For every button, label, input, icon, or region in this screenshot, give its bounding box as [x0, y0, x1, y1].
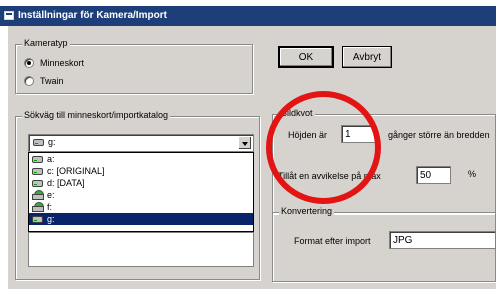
chevron-down-icon[interactable] — [238, 136, 252, 150]
percent-unit-label: % — [468, 169, 477, 179]
camera-type-group: Kameratyp Minneskort Twain — [15, 38, 253, 94]
title-bar[interactable]: Inställningar för Kamera/Import — [0, 6, 496, 26]
conversion-label: Konvertering — [279, 206, 335, 216]
drive-combobox-value: g: — [33, 137, 56, 147]
radio-twain[interactable]: Twain — [24, 76, 64, 86]
drive-icon — [32, 155, 43, 163]
tolerance-input[interactable]: 50 — [416, 166, 451, 184]
camera-type-label: Kameratyp — [22, 38, 70, 48]
path-label: Sökväg till minneskort/importkatalog — [22, 110, 171, 120]
format-input[interactable]: JPG — [389, 231, 496, 249]
drive-selected-label: g: — [48, 137, 56, 147]
ok-button[interactable]: OK — [278, 46, 334, 68]
network-drive-icon — [32, 202, 44, 212]
settings-dialog: Inställningar för Kamera/Import Kameraty… — [0, 0, 496, 289]
radio-twain-label: Twain — [40, 76, 64, 86]
radio-button-checked[interactable] — [24, 58, 34, 68]
list-item-label: c: [ORIGINAL] — [47, 166, 105, 176]
list-item-label: e: — [47, 190, 55, 200]
network-drive-icon — [32, 190, 44, 200]
height-ratio-input[interactable]: 1 — [341, 125, 376, 143]
drive-list-box[interactable] — [28, 232, 254, 267]
list-item[interactable]: c: [ORIGINAL] — [29, 165, 253, 177]
list-item-label: g: — [47, 214, 55, 224]
drive-icon — [32, 179, 43, 187]
tolerance-label: Tillåt en avvikelse på max — [278, 171, 381, 181]
drive-icon — [32, 215, 43, 223]
list-item[interactable]: f: — [29, 201, 253, 213]
window-title: Inställningar för Kamera/Import — [18, 10, 167, 21]
list-item-label: d: [DATA] — [47, 178, 85, 188]
list-item[interactable]: d: [DATA] — [29, 177, 253, 189]
radio-minneskort[interactable]: Minneskort — [24, 58, 84, 68]
format-label: Format efter import — [294, 236, 371, 246]
list-item[interactable]: a: — [29, 153, 253, 165]
aspect-ratio-label: Bildkvot — [279, 108, 315, 118]
drive-dropdown-list: a: c: [ORIGINAL] d: [DATA] e: f: g: — [28, 152, 254, 232]
list-item-selected[interactable]: g: — [29, 213, 253, 225]
radio-button-unchecked[interactable] — [24, 76, 34, 86]
drive-combobox[interactable]: g: — [28, 134, 254, 152]
drive-icon — [33, 138, 44, 146]
height-prefix-label: Höjden är — [288, 130, 328, 140]
list-item[interactable]: e: — [29, 189, 253, 201]
list-item-label: a: — [47, 154, 55, 164]
drive-icon — [32, 167, 43, 175]
aspect-ratio-group: Bildkvot — [272, 108, 496, 214]
radio-minneskort-label: Minneskort — [40, 58, 85, 68]
height-suffix-label: gånger större än bredden — [388, 130, 490, 140]
list-item-label: f: — [47, 202, 53, 212]
cancel-button[interactable]: Avbryt — [342, 46, 392, 68]
window-icon[interactable] — [4, 11, 14, 20]
dialog-client-area: Kameratyp Minneskort Twain Sökväg till m… — [8, 26, 496, 289]
